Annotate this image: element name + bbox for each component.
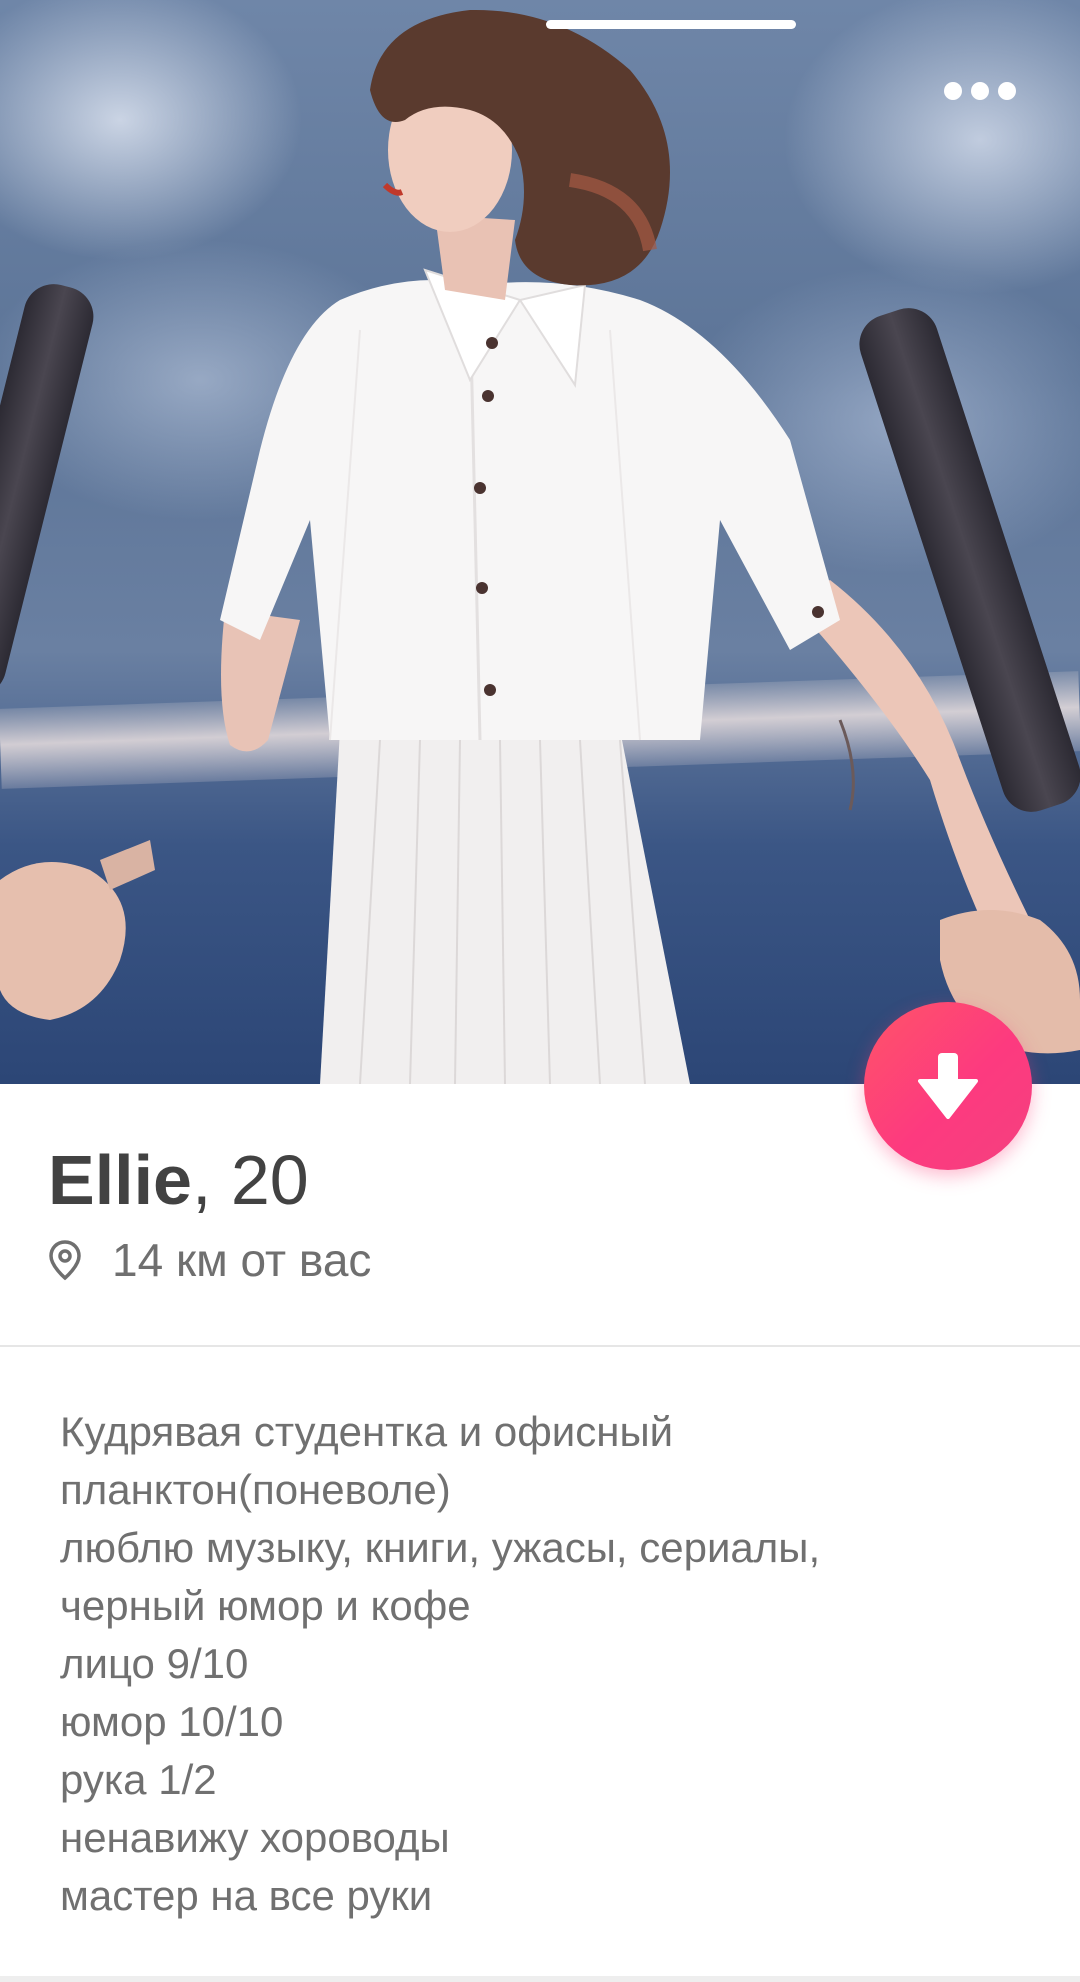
profile-bio: Кудрявая студентка и офисный планктон(по… — [60, 1403, 1040, 1925]
distance-text: 14 км от вас — [112, 1234, 372, 1286]
profile-photo[interactable] — [0, 0, 1080, 1084]
profile-screen: Ellie, 20 14 км от вас Кудрявая студентк… — [0, 0, 1080, 1982]
profile-name-age: Ellie, 20 — [48, 1140, 309, 1220]
profile-name: Ellie — [48, 1141, 192, 1219]
bio-line: ненавижу хороводы — [60, 1814, 450, 1861]
bio-line: черный юмор и кофе — [60, 1582, 471, 1629]
more-options-button[interactable] — [935, 70, 1025, 112]
more-horizontal-icon-dot — [998, 82, 1016, 100]
bio-line: мастер на все руки — [60, 1872, 433, 1919]
more-horizontal-icon — [944, 82, 962, 100]
home-indicator — [546, 20, 796, 29]
location-pin-icon — [49, 1240, 81, 1281]
profile-age: , 20 — [191, 1141, 309, 1219]
bio-line: люблю музыку, книги, ужасы, сериалы, — [60, 1524, 821, 1571]
section-divider — [0, 1345, 1080, 1347]
bio-line: юмор 10/10 — [60, 1698, 284, 1745]
bio-line: лицо 9/10 — [60, 1640, 249, 1687]
profile-distance: 14 км от вас — [48, 1232, 371, 1288]
arrow-down-icon — [918, 1053, 978, 1119]
bio-line: планктон(поневоле) — [60, 1466, 451, 1513]
more-horizontal-icon-dot — [971, 82, 989, 100]
bio-line: рука 1/2 — [60, 1756, 217, 1803]
photo-person — [0, 9, 1080, 1084]
collapse-profile-button[interactable] — [864, 1002, 1032, 1170]
bio-line: Кудрявая студентка и офисный — [60, 1408, 674, 1455]
bottom-divider — [0, 1976, 1080, 1982]
